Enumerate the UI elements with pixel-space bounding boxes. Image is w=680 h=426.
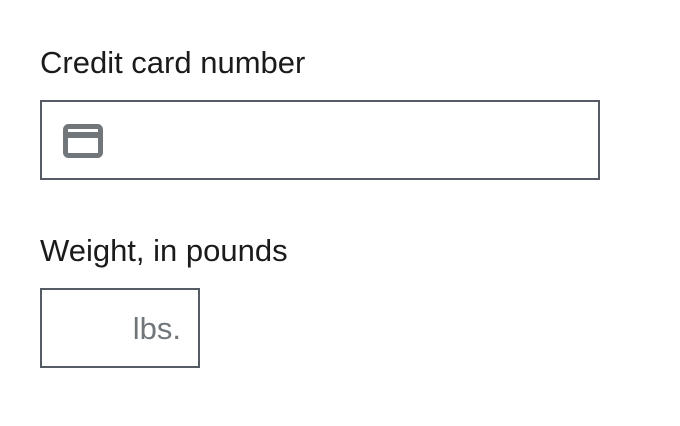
weight-input[interactable]: [52, 290, 132, 366]
credit-card-icon: [63, 124, 103, 158]
credit-card-input[interactable]: [122, 102, 582, 178]
weight-field[interactable]: lbs.: [40, 288, 200, 368]
weight-label: Weight, in pounds: [40, 233, 288, 268]
weight-unit-suffix: lbs.: [132, 311, 181, 346]
credit-card-label: Credit card number: [40, 45, 306, 80]
credit-card-field[interactable]: [40, 100, 600, 180]
